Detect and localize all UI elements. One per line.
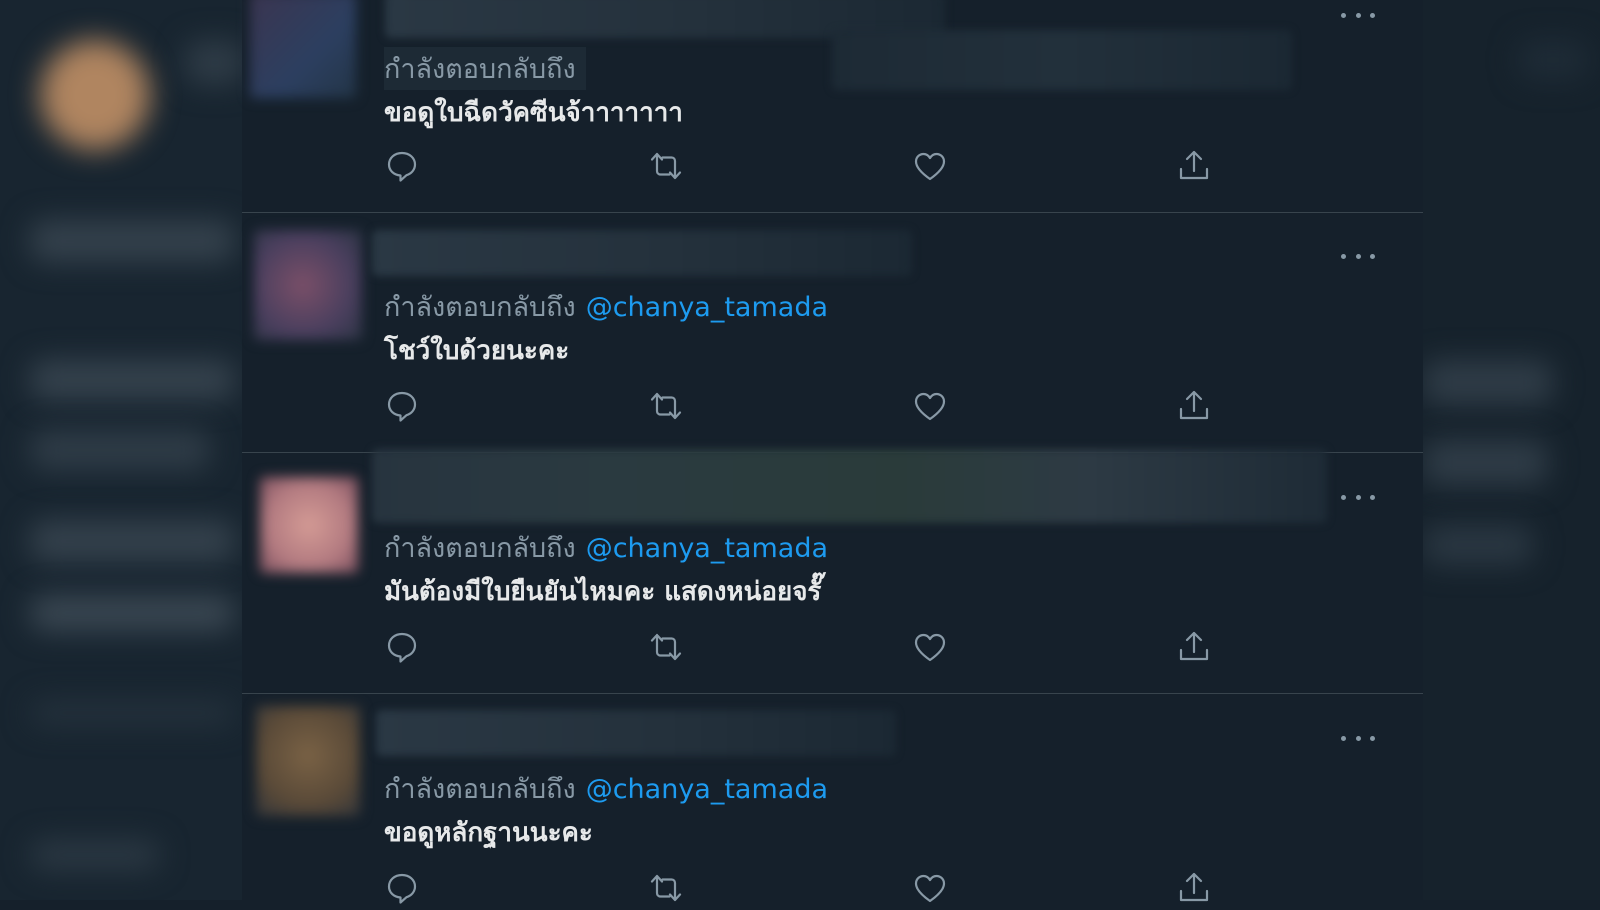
avatar[interactable] <box>260 477 358 573</box>
reply-feed: กำลังตอบกลับถึง ขอดูใบฉีดวัคซีนจ้าาาาาาา… <box>242 0 1423 904</box>
avatar[interactable] <box>256 706 360 816</box>
retweet-icon[interactable] <box>648 148 688 188</box>
replying-to: กำลังตอบกลับถึง @chanya_tamada <box>384 285 828 328</box>
share-icon[interactable] <box>1176 870 1216 910</box>
retweet-icon[interactable] <box>648 388 688 428</box>
tweet-actions <box>384 148 1284 188</box>
more-options-icon[interactable] <box>1341 489 1375 505</box>
more-options-icon[interactable] <box>1341 7 1375 23</box>
tweet-item[interactable]: กำลังตอบกลับถึง @chanya_tamada มันต้องมีใ… <box>242 449 1423 694</box>
mention-link[interactable]: @chanya_tamada <box>586 774 828 805</box>
tweet-item[interactable]: กำลังตอบกลับถึง ขอดูใบฉีดวัคซีนจ้าาาาาาา <box>242 0 1423 213</box>
tweet-actions <box>384 629 1284 669</box>
share-icon[interactable] <box>1176 629 1216 669</box>
blurred-block <box>30 520 235 562</box>
mention-link[interactable]: @chanya_tamada <box>586 292 828 323</box>
retweet-icon[interactable] <box>648 629 688 669</box>
like-icon[interactable] <box>912 388 952 428</box>
blurred-block <box>30 840 160 870</box>
reply-icon[interactable] <box>384 629 424 669</box>
blurred-block <box>185 40 242 85</box>
blurred-block <box>1423 360 1553 405</box>
tweet-text: ขอดูใบฉีดวัคซีนจ้าาาาาาา <box>384 98 683 128</box>
tweet-actions <box>384 870 1284 910</box>
more-options-icon[interactable] <box>1341 730 1375 746</box>
replying-to: กำลังตอบกลับถึง @chanya_tamada <box>384 526 828 569</box>
replying-to: กำลังตอบกลับถึง @chanya_tamada <box>384 767 828 810</box>
blurred-block <box>30 700 235 726</box>
author-name-blurred <box>372 449 1327 523</box>
like-icon[interactable] <box>912 148 952 188</box>
replying-label: กำลังตอบกลับถึง <box>384 774 576 805</box>
avatar[interactable] <box>254 230 362 340</box>
tweet-text: มันต้องมีใบยืนยันไหมคะ แสดงหน่อยจรั๊ <box>384 577 822 607</box>
blurred-block <box>832 30 1292 90</box>
blurred-block <box>30 360 235 400</box>
tweet-item[interactable]: กำลังตอบกลับถึง @chanya_tamada ขอดูหลักฐา… <box>242 694 1423 904</box>
left-sidebar-blurred <box>0 0 242 900</box>
avatar[interactable] <box>250 0 356 98</box>
like-icon[interactable] <box>912 870 952 910</box>
right-sidebar-blurred <box>1423 0 1600 900</box>
mention-link[interactable]: @chanya_tamada <box>586 533 828 564</box>
blurred-profile-avatar <box>40 40 150 150</box>
share-icon[interactable] <box>1176 388 1216 428</box>
tweet-text: โชว์ใบด้วยนะคะ <box>384 336 570 366</box>
reply-icon[interactable] <box>384 388 424 428</box>
tweet-text: ขอดูหลักฐานนะคะ <box>384 818 593 848</box>
tweet-actions <box>384 388 1284 428</box>
blurred-block <box>30 220 235 262</box>
author-name-blurred <box>376 710 896 756</box>
replying-to: กำลังตอบกลับถึง <box>384 47 586 90</box>
reply-icon[interactable] <box>384 870 424 910</box>
blurred-block <box>30 595 235 631</box>
author-name-blurred <box>372 230 912 276</box>
blurred-block <box>1423 440 1548 485</box>
blurred-block <box>30 430 210 470</box>
replying-label: กำลังตอบกลับถึง <box>384 292 576 323</box>
retweet-icon[interactable] <box>648 870 688 910</box>
reply-icon[interactable] <box>384 148 424 188</box>
tweet-item[interactable]: กำลังตอบกลับถึง @chanya_tamada โชว์ใบด้วย… <box>242 212 1423 453</box>
replying-label: กำลังตอบกลับถึง <box>384 533 576 564</box>
blurred-block <box>1423 525 1533 565</box>
share-icon[interactable] <box>1176 148 1216 188</box>
blurred-block <box>1518 40 1588 80</box>
replying-label: กำลังตอบกลับถึง <box>384 54 576 85</box>
like-icon[interactable] <box>912 629 952 669</box>
more-options-icon[interactable] <box>1341 248 1375 264</box>
